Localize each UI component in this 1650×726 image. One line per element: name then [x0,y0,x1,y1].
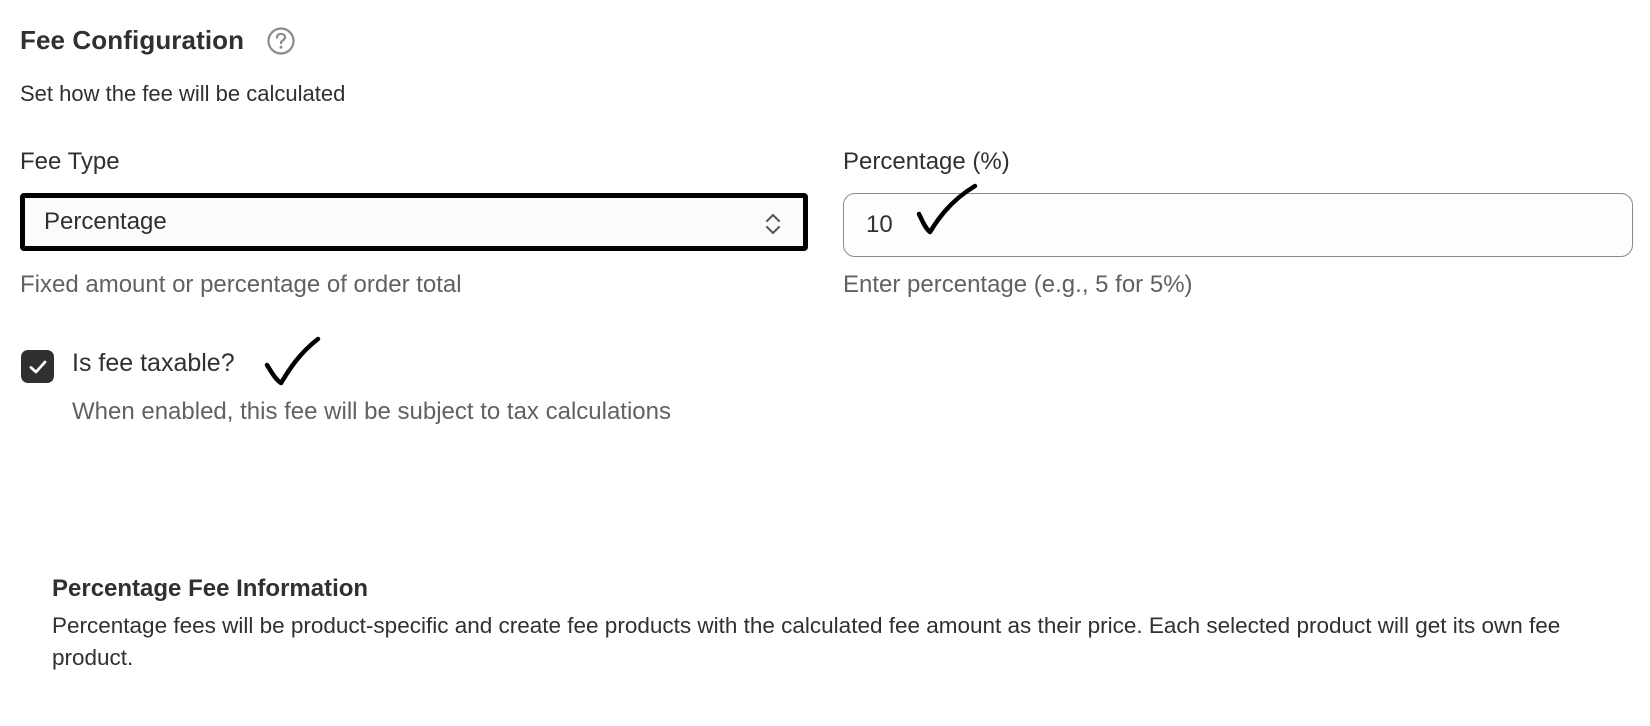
fee-configuration-panel: Fee Configuration Set how the fee will b… [0,0,1650,726]
section-title: Fee Configuration [20,25,245,55]
question-circle-icon[interactable] [266,26,296,56]
handwritten-checkmark-icon [264,336,321,386]
percentage-label: Percentage (%) [843,148,1010,175]
checkmark-icon [29,360,46,373]
info-body: Percentage fees will be product-specific… [52,613,1561,670]
section-subtitle: Set how the fee will be calculated [20,81,346,106]
chevron-up-down-icon [763,210,783,238]
percentage-input[interactable] [843,193,1633,257]
section-header: Fee Configuration [20,25,296,56]
fee-type-label: Fee Type [20,148,120,175]
taxable-checkbox-label[interactable]: Is fee taxable? [72,349,235,378]
fee-type-help-text: Fixed amount or percentage of order tota… [20,271,462,298]
info-title: Percentage Fee Information [52,575,369,602]
percentage-help-text: Enter percentage (e.g., 5 for 5%) [843,271,1193,298]
taxable-help-text: When enabled, this fee will be subject t… [72,398,672,425]
fee-type-select[interactable]: Percentage [20,193,808,251]
taxable-checkbox[interactable] [21,350,54,383]
fee-type-selected-value: Percentage [44,208,167,235]
